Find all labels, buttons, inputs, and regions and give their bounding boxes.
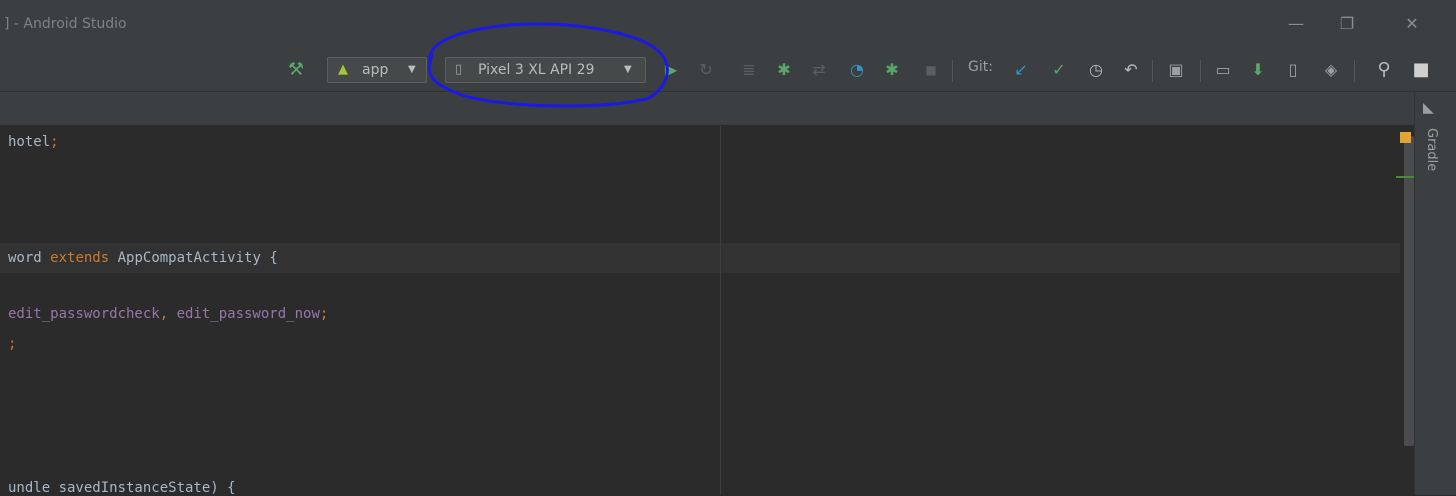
device-selector[interactable]: ▯ Pixel 3 XL API 29 ▼ xyxy=(445,57,646,83)
editor-scrollbar[interactable] xyxy=(1402,126,1414,495)
git-history-clock-icon[interactable]: ◷ xyxy=(1085,58,1107,82)
right-margin-guide xyxy=(720,126,721,495)
module-label: app xyxy=(362,62,389,78)
search-icon[interactable]: ⚲ xyxy=(1373,58,1395,82)
apply-code-changes-icon[interactable]: ≣ xyxy=(738,58,760,82)
change-marker[interactable] xyxy=(1396,176,1414,178)
chevron-down-icon: ▼ xyxy=(408,64,416,75)
main-toolbar xyxy=(0,50,1456,92)
gradle-elephant-icon[interactable]: ◣ xyxy=(1423,100,1434,116)
git-commit-check-icon[interactable]: ✓ xyxy=(1048,58,1070,82)
minimize-icon[interactable]: — xyxy=(1284,12,1308,36)
git-update-icon[interactable]: ↙ xyxy=(1010,58,1032,82)
code-line: edit_passwordcheck, edit_password_now; xyxy=(8,306,329,322)
code-line: undle savedInstanceState) { xyxy=(8,480,236,496)
layout-inspector-icon[interactable]: ◈ xyxy=(1320,58,1342,82)
navigation-bar xyxy=(0,92,1456,126)
device-icon: ▯ xyxy=(455,62,463,77)
build-hammer-icon[interactable]: ⚒ xyxy=(285,58,307,82)
stop-icon[interactable]: ■ xyxy=(920,58,942,82)
profile-icon[interactable]: ◔ xyxy=(846,58,868,82)
android-icon: ▲ xyxy=(338,62,348,77)
restore-icon[interactable]: ❐ xyxy=(1335,12,1359,36)
window-title: ] - Android Studio xyxy=(4,16,127,32)
gradle-tool-tab[interactable]: Gradle xyxy=(1424,128,1439,171)
title-bar: ] - Android Studio — ❐ ✕ xyxy=(0,0,1456,50)
toolbar-separator xyxy=(1200,60,1201,82)
avd-manager-icon[interactable]: ▯ xyxy=(1282,58,1304,82)
module-selector[interactable]: ▲ app ▼ xyxy=(327,57,427,83)
code-line: ; xyxy=(8,336,17,352)
device-file-explorer-icon[interactable]: ▭ xyxy=(1212,58,1234,82)
warning-marker[interactable] xyxy=(1400,132,1411,143)
project-structure-icon[interactable]: ▣ xyxy=(1165,58,1187,82)
git-rollback-icon[interactable]: ↶ xyxy=(1120,58,1142,82)
sdk-manager-icon[interactable]: ⬇ xyxy=(1247,58,1269,82)
device-label: Pixel 3 XL API 29 xyxy=(478,62,595,78)
attach-icon[interactable]: ⇄ xyxy=(808,58,830,82)
apply-changes-icon[interactable]: ↻ xyxy=(695,58,717,82)
code-line: word extends AppCompatActivity { xyxy=(8,250,278,266)
close-icon[interactable]: ✕ xyxy=(1400,12,1424,36)
git-label: Git: xyxy=(968,59,993,75)
toolbar-separator xyxy=(1152,60,1153,82)
account-icon[interactable]: ■ xyxy=(1410,58,1432,82)
toolbar-separator xyxy=(1354,60,1355,82)
scrollbar-thumb[interactable] xyxy=(1404,136,1414,446)
attach-debugger-icon[interactable]: ✱ xyxy=(881,58,903,82)
toolbar-separator xyxy=(952,60,953,82)
run-icon[interactable]: ▶ xyxy=(660,58,682,82)
chevron-down-icon: ▼ xyxy=(624,64,632,75)
code-editor[interactable]: hotel; word extends AppCompatActivity { … xyxy=(0,126,1414,496)
code-line: hotel; xyxy=(8,134,59,150)
debug-bug-icon[interactable]: ✱ xyxy=(773,58,795,82)
